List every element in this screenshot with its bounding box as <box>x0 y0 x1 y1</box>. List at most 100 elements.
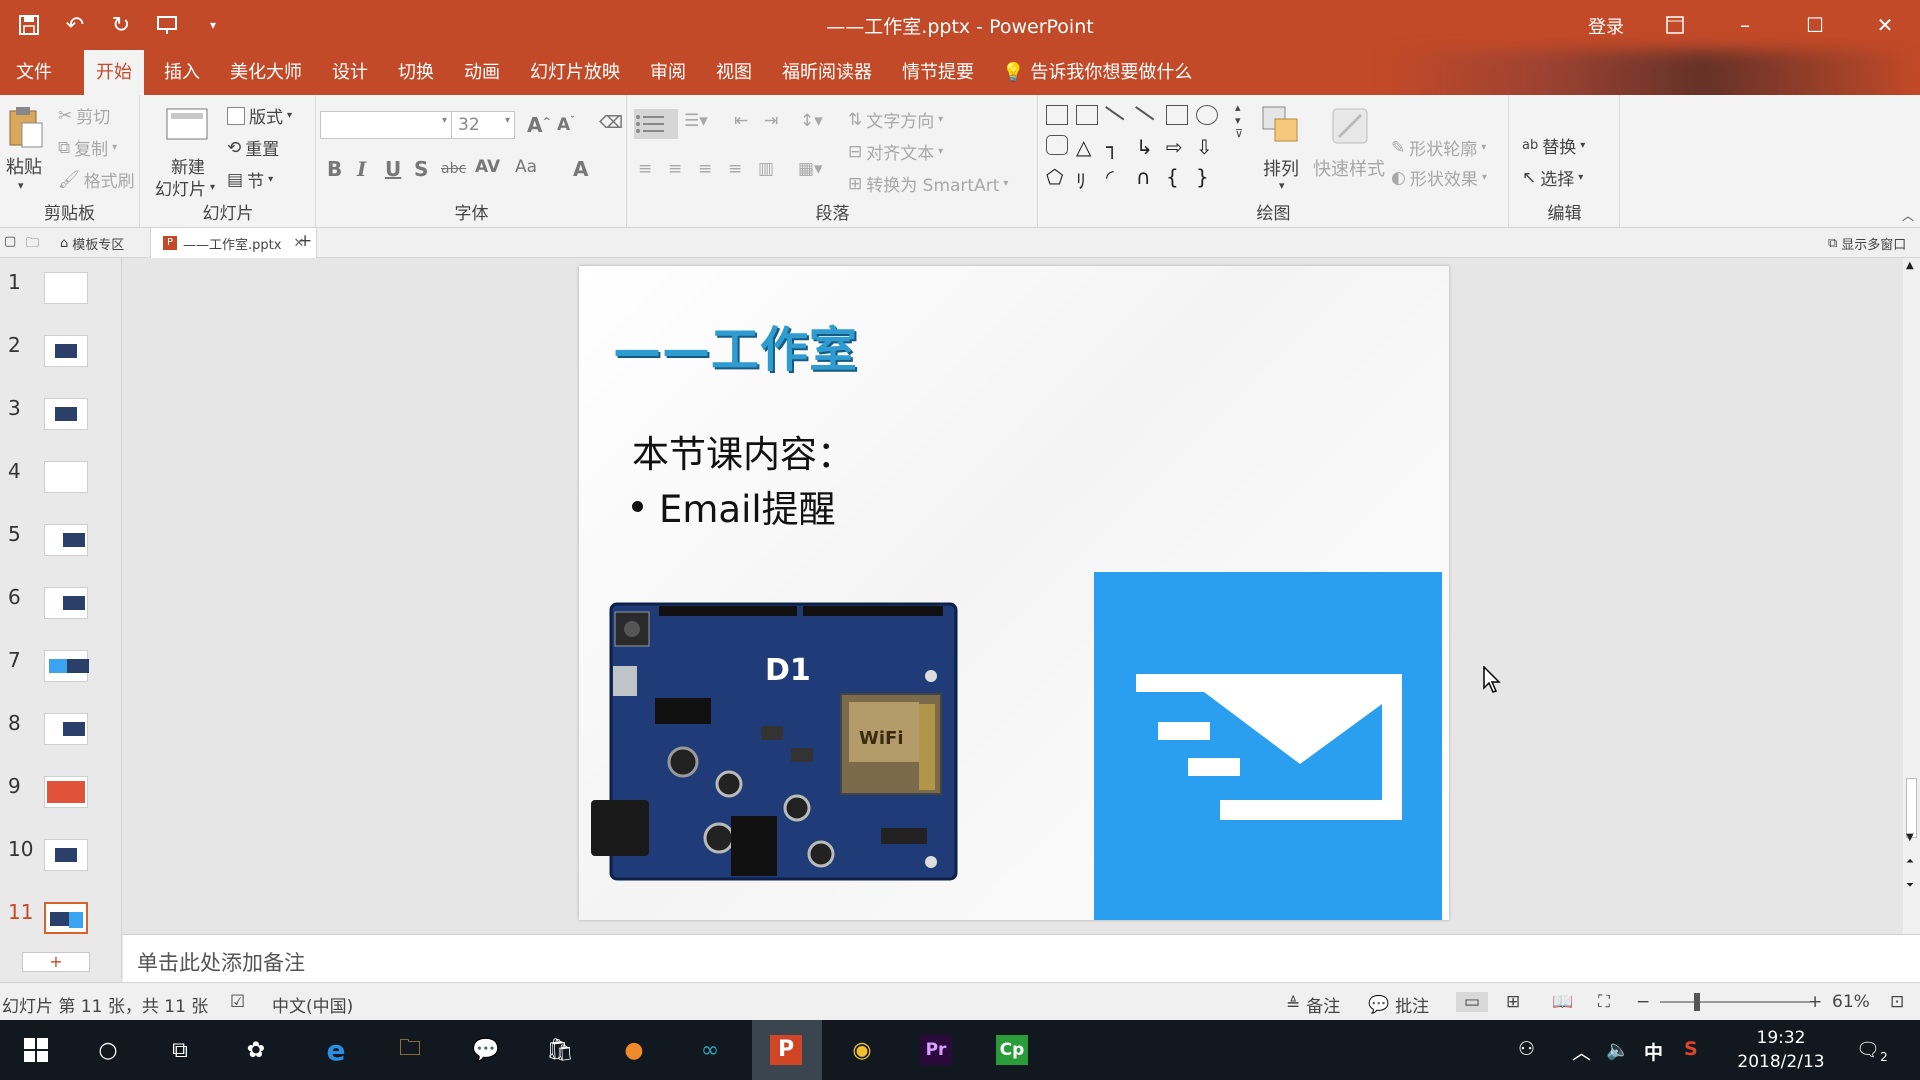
justify-icon[interactable]: ≡ <box>728 159 742 179</box>
tab-home[interactable]: 开始 <box>84 50 144 95</box>
arrange-icon[interactable] <box>1261 105 1303 147</box>
normal-view-icon[interactable]: ▭ <box>1456 992 1489 1012</box>
character-spacing-icon[interactable]: AV <box>475 157 500 177</box>
close-icon[interactable]: ✕ <box>1850 0 1920 50</box>
chrome-icon[interactable]: ◉ <box>842 1030 882 1070</box>
shape-effects-button[interactable]: ◐ 形状效果 ▾ <box>1391 165 1487 191</box>
slide-thumbnail[interactable]: 8 <box>0 699 122 751</box>
edge-browser-icon[interactable]: e <box>316 1030 356 1070</box>
tab-view[interactable]: 视图 <box>704 50 764 95</box>
slide-thumbnail[interactable]: 4 <box>0 447 122 499</box>
new-doc-icon[interactable]: ▢ <box>4 234 16 249</box>
notes-placeholder[interactable]: 单击此处添加备注 <box>137 947 305 977</box>
align-text-button[interactable]: ⊟ 对齐文本 ▾ <box>848 139 943 165</box>
slide-subtitle[interactable]: 本节课内容： <box>632 424 854 478</box>
arrange-dropdown-icon[interactable]: ▾ <box>1279 179 1285 192</box>
curve-shape-icon[interactable]: ∩ <box>1136 165 1158 189</box>
notes-pane[interactable]: 单击此处添加备注 <box>123 934 1920 982</box>
vertical-textbox-shape-icon[interactable] <box>1076 105 1098 125</box>
people-icon[interactable]: ⚇ <box>1518 1038 1535 1060</box>
quick-styles-icon[interactable] <box>1329 105 1371 147</box>
align-left-icon[interactable]: ≡ <box>638 159 652 179</box>
layout-button[interactable]: 版式 ▾ <box>227 103 292 128</box>
slide-sorter-view-icon[interactable]: ⊞ <box>1506 992 1520 1012</box>
arrange-button[interactable]: 排列 <box>1263 155 1299 181</box>
italic-icon[interactable]: I <box>357 157 366 181</box>
font-size-combo[interactable]: 32 ▾ <box>451 111 515 139</box>
scrollbar-thumb[interactable] <box>1906 778 1917 838</box>
arduino-ide-icon[interactable]: ∞ <box>690 1030 730 1070</box>
scribble-shape-icon[interactable]: ﾘ <box>1076 165 1098 193</box>
open-folder-icon[interactable]: 🗀 <box>26 234 39 256</box>
tab-foxit-reader[interactable]: 福昕阅读器 <box>770 50 884 95</box>
signin-link[interactable]: 登录 <box>1588 13 1624 39</box>
volume-icon[interactable]: 🔈 <box>1606 1038 1630 1061</box>
store-icon[interactable]: 🛍 <box>540 1030 580 1070</box>
app-icon-settings[interactable]: ✿ <box>236 1030 276 1070</box>
zoom-level[interactable]: 61% <box>1832 992 1870 1012</box>
current-slide[interactable]: ——工作室 本节课内容： Email提醒 WiFi D1 <box>579 266 1449 920</box>
cortana-search-icon[interactable]: ○ <box>88 1030 128 1070</box>
tab-animations[interactable]: 动画 <box>452 50 512 95</box>
scroll-down-icon[interactable]: ▼ <box>1906 832 1914 843</box>
columns-icon[interactable]: ▦▾ <box>798 159 823 179</box>
reading-view-icon[interactable]: 📖 <box>1552 992 1573 1012</box>
action-center-icon[interactable]: 🗨2 <box>1856 1038 1888 1064</box>
arc-shape-icon[interactable]: ◜ <box>1106 165 1128 189</box>
shapes-gallery[interactable]: △ ┐ ↳ ⇨ ⇩ ⬠ ﾘ ◜ ∩ { } <box>1046 99 1238 193</box>
tell-me-box[interactable]: 💡 告诉我你想要做什么 <box>1002 50 1192 95</box>
shapes-scroll-icon[interactable]: ▴ ▾ ⊽ <box>1235 101 1243 140</box>
quick-styles-button[interactable]: 快速样式 <box>1313 155 1385 181</box>
numbering-icon[interactable]: ☰▾ <box>684 111 708 131</box>
start-button-icon[interactable] <box>16 1030 56 1070</box>
decrease-indent-icon[interactable]: ⇤ <box>734 111 748 131</box>
convert-smartart-button[interactable]: ⊞ 转换为 SmartArt ▾ <box>848 171 1008 197</box>
elbow-connector-shape-icon[interactable]: ┐ <box>1106 135 1128 159</box>
zoom-out-icon[interactable]: − <box>1636 992 1650 1012</box>
new-slide-button[interactable]: 幻灯片 ▾ <box>155 175 215 200</box>
slide-bullet-item[interactable]: Email提醒 <box>632 479 836 533</box>
text-direction-button[interactable]: ⇅ 文字方向 ▾ <box>848 107 943 133</box>
right-brace-shape-icon[interactable]: } <box>1196 165 1218 189</box>
app-icon-orange[interactable]: ● <box>614 1030 654 1070</box>
task-view-icon[interactable]: ⧉ <box>160 1030 200 1070</box>
zoom-in-icon[interactable]: + <box>1808 992 1822 1012</box>
multi-window-button[interactable]: ⧉ 显示多窗口 <box>1828 234 1906 253</box>
tab-transitions[interactable]: 切换 <box>386 50 446 95</box>
bullets-icon[interactable] <box>634 109 678 139</box>
ime-indicator[interactable]: 中 <box>1644 1038 1663 1065</box>
next-slide-icon[interactable]: ⏷ <box>1906 880 1914 891</box>
slide-thumbnail[interactable]: 10 <box>0 825 122 877</box>
minimize-icon[interactable]: – <box>1710 0 1780 50</box>
copy-button[interactable]: ⧉ 复制 ▾ <box>58 135 117 161</box>
add-slide-button[interactable]: + <box>22 952 90 972</box>
fit-to-window-icon[interactable]: ⊡ <box>1890 992 1904 1012</box>
shrink-font-icon[interactable]: Aˇ <box>557 115 575 135</box>
taskbar-clock[interactable]: 19:32 2018/2/13 <box>1736 1026 1826 1074</box>
align-center-icon[interactable]: ≡ <box>668 159 682 179</box>
slide-title[interactable]: ——工作室 <box>613 310 858 380</box>
slide-thumbnail[interactable]: 9 <box>0 762 122 814</box>
comments-toggle-button[interactable]: 💬 批注 <box>1368 992 1429 1018</box>
rounded-rectangle-shape-icon[interactable] <box>1046 135 1068 155</box>
underline-icon[interactable]: U <box>385 157 401 181</box>
down-arrow-shape-icon[interactable]: ⇩ <box>1196 135 1218 159</box>
right-arrow-shape-icon[interactable]: ⇨ <box>1166 135 1188 159</box>
show-hidden-icons-icon[interactable]: ︿ <box>1572 1038 1591 1065</box>
slide-thumbnail[interactable]: 6 <box>0 573 122 625</box>
powerpoint-icon[interactable]: P <box>766 1030 806 1070</box>
select-button[interactable]: ↖ 选择 ▾ <box>1522 165 1583 191</box>
textbox-shape-icon[interactable] <box>1046 105 1068 125</box>
vertical-scrollbar[interactable]: ▲ ▼ ⏶ ⏷ <box>1903 258 1920 934</box>
previous-slide-icon[interactable]: ⏶ <box>1906 856 1914 867</box>
clear-formatting-icon[interactable]: ⌫ <box>599 113 623 133</box>
tab-file[interactable]: 文件 <box>4 50 64 95</box>
font-name-combo[interactable]: ▾ <box>320 111 452 139</box>
slide-thumbnail[interactable]: 1 <box>0 258 122 310</box>
template-zone-tab[interactable]: ⌂ 模板专区 <box>60 234 124 253</box>
camtasia-icon[interactable]: Cp <box>992 1030 1032 1070</box>
triangle-shape-icon[interactable]: △ <box>1076 135 1098 159</box>
slide-thumbnail[interactable]: 7 <box>0 636 122 688</box>
tab-storyboard[interactable]: 情节提要 <box>890 50 986 95</box>
collapse-ribbon-icon[interactable]: ︿ <box>1902 207 1914 224</box>
